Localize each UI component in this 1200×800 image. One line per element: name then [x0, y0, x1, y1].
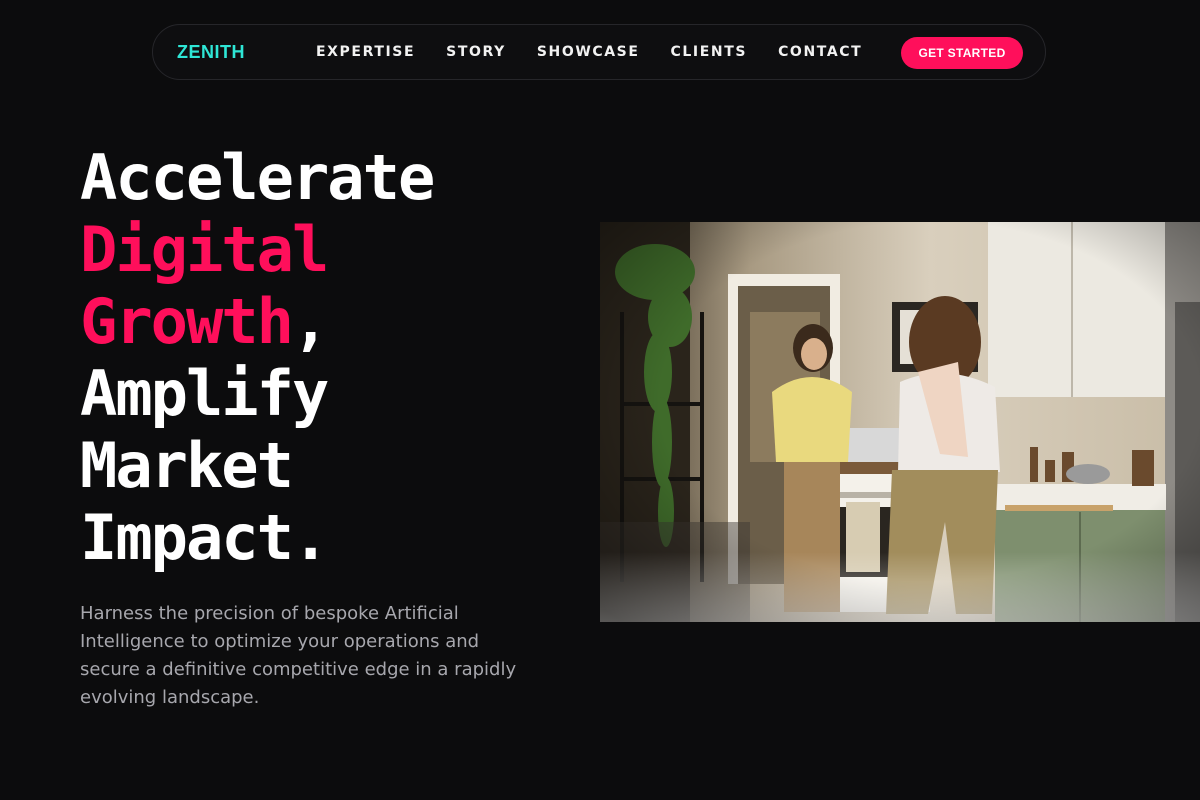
top-navigation: ZENITH EXPERTISE STORY SHOWCASE CLIENTS …	[152, 24, 1046, 80]
hero-image	[600, 222, 1200, 622]
hero-headline: Accelerate Digital Growth, Amplify Marke…	[80, 141, 435, 574]
brand-logo[interactable]: ZENITH	[177, 42, 245, 63]
headline-line-4: Amplify	[80, 357, 329, 430]
headline-line-1: Accelerate	[80, 141, 435, 214]
headline-line-2: Digital	[80, 213, 329, 286]
nav-links: EXPERTISE STORY SHOWCASE CLIENTS CONTACT	[316, 44, 893, 60]
kitchen-scene-illustration	[600, 222, 1200, 622]
nav-link-showcase[interactable]: SHOWCASE	[537, 44, 640, 60]
headline-line-6: Impact.	[80, 501, 329, 574]
nav-link-clients[interactable]: CLIENTS	[671, 44, 748, 60]
nav-link-expertise[interactable]: EXPERTISE	[316, 44, 415, 60]
headline-comma: ,	[291, 285, 329, 358]
get-started-button[interactable]: GET STARTED	[901, 37, 1023, 69]
nav-link-contact[interactable]: CONTACT	[778, 44, 862, 60]
headline-line-5: Market	[80, 429, 294, 502]
headline-accent-word: Growth	[80, 285, 294, 358]
hero-description: Harness the precision of bespoke Artific…	[80, 603, 517, 708]
nav-link-story[interactable]: STORY	[446, 44, 506, 60]
headline-line-3: Growth,	[80, 286, 433, 358]
